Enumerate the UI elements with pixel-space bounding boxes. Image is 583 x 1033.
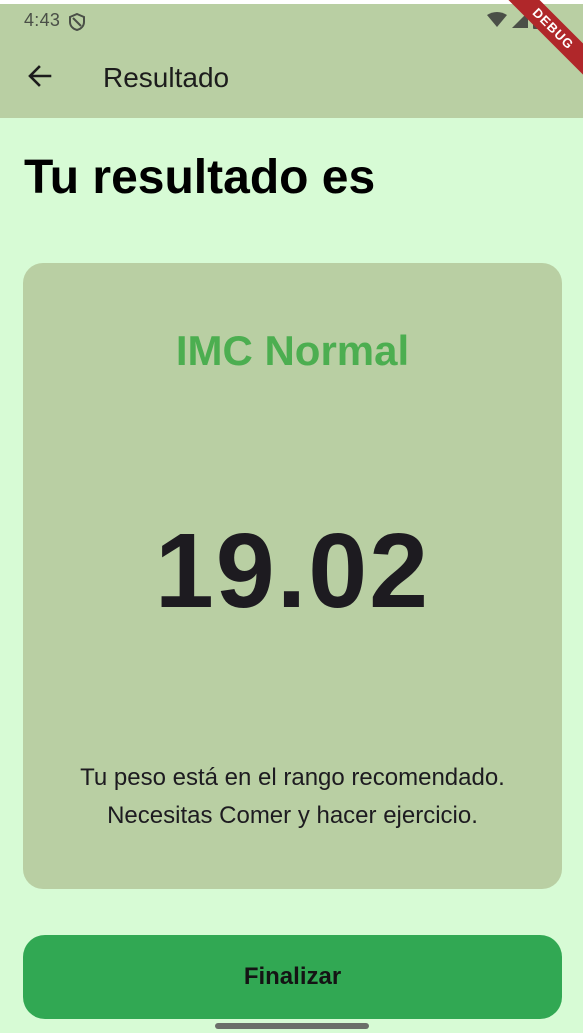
arrow-left-icon [26,62,54,95]
home-indicator[interactable] [215,1023,369,1029]
app-bar-title: Resultado [103,62,230,93]
wifi-icon [487,11,507,33]
page-heading: Tu resultado es [24,151,376,204]
result-card: IMC Normal 19.02 Tu peso está en el rang… [23,263,562,889]
status-bar: 4:43 [0,4,583,38]
result-category: IMC Normal [175,327,410,374]
app-bar: Resultado [0,38,583,118]
result-message: Tu peso está en el rango recomendado. Ne… [80,764,505,829]
shield-icon [68,12,86,32]
status-time: 4:43 [24,10,61,30]
bmi-value: 19.02 [154,512,431,630]
finish-button[interactable]: Finalizar [23,935,562,1019]
back-button[interactable] [16,54,64,102]
